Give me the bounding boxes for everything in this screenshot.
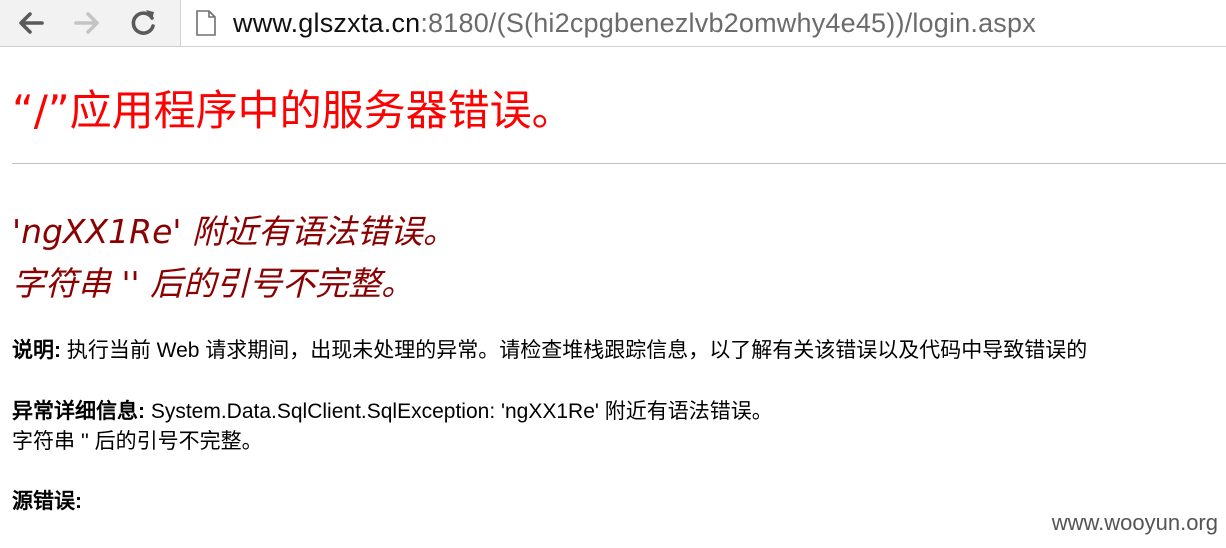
page-icon: [195, 10, 217, 36]
url-text[interactable]: www.glszxta.cn:8180/(S(hi2cpgbenezlvb2om…: [233, 8, 1036, 39]
error-message-line1: 'ngXX1Re' 附近有语法错误。: [12, 212, 456, 251]
back-button[interactable]: [14, 6, 48, 40]
forward-arrow-icon: [74, 12, 99, 34]
source-error-label: 源错误:: [12, 490, 82, 513]
page-content: “/”应用程序中的服务器错误。 'ngXX1Re' 附近有语法错误。 字符串 '…: [0, 47, 1226, 548]
forward-button[interactable]: [70, 6, 104, 40]
url-host: www.glszxta.cn: [233, 7, 421, 38]
exception-text: System.Data.SqlClient.SqlException: 'ngX…: [145, 400, 773, 423]
reload-button[interactable]: [126, 6, 160, 40]
address-bar[interactable]: www.glszxta.cn:8180/(S(hi2cpgbenezlvb2om…: [180, 0, 1226, 46]
page-title: “/”应用程序中的服务器错误。: [12, 86, 574, 135]
divider: [12, 163, 1226, 164]
source-error-section: 源错误:: [12, 487, 82, 517]
description-text: 执行当前 Web 请求期间，出现未处理的异常。请检查堆栈跟踪信息，以了解有关该错…: [61, 339, 1088, 362]
exception-details-line2: 字符串 '' 后的引号不完整。: [12, 430, 263, 453]
reload-icon: [131, 10, 155, 35]
error-message-line2: 字符串 '' 后的引号不完整。: [12, 264, 415, 303]
watermark: www.wooyun.org: [1051, 510, 1218, 535]
description-paragraph: 说明: 执行当前 Web 请求期间，出现未处理的异常。请检查堆栈跟踪信息，以了解…: [12, 336, 1087, 366]
description-label: 说明:: [12, 339, 61, 362]
exception-label: 异常详细信息:: [12, 400, 145, 423]
url-path: :8180/(S(hi2cpgbenezlvb2omwhy4e45))/logi…: [420, 7, 1036, 38]
exception-details: 异常详细信息: System.Data.SqlClient.SqlExcepti…: [12, 397, 773, 427]
back-arrow-icon: [19, 12, 44, 34]
browser-toolbar: www.glszxta.cn:8180/(S(hi2cpgbenezlvb2om…: [0, 0, 1226, 47]
